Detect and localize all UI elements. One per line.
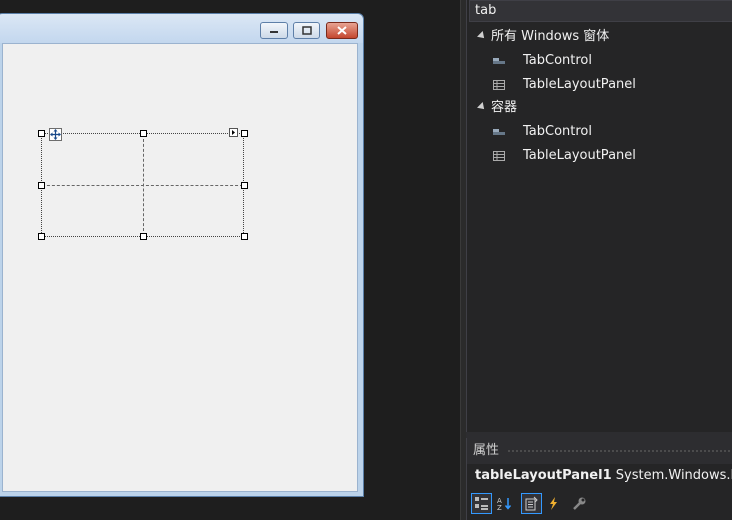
- resize-handle-top-left[interactable]: [38, 130, 45, 137]
- property-pages-button[interactable]: [569, 493, 590, 514]
- properties-panel: 属性 tableLayoutPanel1 System.Windows.Form…: [466, 438, 732, 520]
- maximize-button[interactable]: [293, 22, 320, 39]
- resize-handle-bottom-right[interactable]: [241, 233, 248, 240]
- toolbox-group-all-windows-forms[interactable]: 所有 Windows 窗体: [467, 25, 732, 49]
- table-row-divider: [42, 185, 243, 186]
- toolbox-item-tabcontrol[interactable]: TabControl: [467, 120, 732, 144]
- tab-control-icon: [493, 129, 505, 135]
- object-name: tableLayoutPanel1: [475, 468, 612, 483]
- properties-page-icon: [525, 496, 538, 511]
- table-layout-panel-icon: [493, 80, 505, 90]
- sort-alphabetical-icon: A Z: [497, 497, 512, 511]
- minimize-icon: [270, 30, 278, 33]
- table-layout-panel-icon: [493, 151, 505, 161]
- properties-view-button[interactable]: [521, 493, 542, 514]
- maximize-icon: [301, 26, 312, 35]
- toolbox-panel: tab 所有 Windows 窗体 TabControl TableLayout…: [466, 0, 732, 432]
- events-button[interactable]: [543, 493, 564, 514]
- tab-control-icon: [493, 58, 505, 64]
- resize-handle-left[interactable]: [38, 182, 45, 189]
- toolbox-group-label: 所有 Windows 窗体: [491, 29, 610, 44]
- smart-tag-button[interactable]: [229, 128, 238, 137]
- toolbox-item-tablelayoutpanel[interactable]: TableLayoutPanel: [467, 144, 732, 168]
- svg-text:Z: Z: [497, 504, 502, 511]
- move-icon: [50, 129, 61, 140]
- minimize-button[interactable]: [260, 22, 288, 39]
- resize-handle-right[interactable]: [241, 182, 248, 189]
- expanded-arrow-icon[interactable]: [477, 31, 487, 41]
- toolbox-item-label: TabControl: [523, 53, 592, 68]
- form-client-area[interactable]: [2, 43, 358, 492]
- categorized-button[interactable]: [471, 493, 492, 514]
- titlebar-grip: [507, 449, 732, 453]
- form-window[interactable]: [0, 13, 364, 497]
- toolbox-item-label: TableLayoutPanel: [523, 77, 636, 92]
- toolbox-search-input[interactable]: tab: [469, 0, 732, 22]
- smart-tag-arrow-icon: [232, 130, 235, 135]
- close-icon: [337, 26, 347, 35]
- toolbox-item-label: TableLayoutPanel: [523, 148, 636, 163]
- wrench-icon: [573, 497, 586, 510]
- form-titlebar[interactable]: [0, 14, 363, 43]
- designer-surface[interactable]: [0, 0, 460, 520]
- toolbox-item-tablelayoutpanel[interactable]: TableLayoutPanel: [467, 73, 732, 97]
- toolbox-item-tabcontrol[interactable]: TabControl: [467, 49, 732, 73]
- resize-handle-top-right[interactable]: [241, 130, 248, 137]
- toolbox-item-label: TabControl: [523, 124, 592, 139]
- lightning-icon: [550, 497, 557, 510]
- categorized-icon: [475, 497, 488, 510]
- resize-handle-top[interactable]: [140, 130, 147, 137]
- close-button[interactable]: [326, 22, 358, 39]
- object-type: System.Windows.Form: [615, 468, 732, 483]
- property-object-selector[interactable]: tableLayoutPanel1 System.Windows.Form: [475, 468, 732, 483]
- expanded-arrow-icon[interactable]: [477, 102, 487, 112]
- toolbox-group-containers[interactable]: 容器: [467, 96, 732, 120]
- resize-handle-bottom-left[interactable]: [38, 233, 45, 240]
- properties-titlebar[interactable]: 属性: [467, 438, 732, 464]
- alphabetical-button[interactable]: A Z: [494, 493, 515, 514]
- properties-title: 属性: [473, 443, 500, 458]
- move-handle[interactable]: [49, 128, 62, 141]
- table-layout-panel[interactable]: [41, 133, 244, 237]
- resize-handle-bottom[interactable]: [140, 233, 147, 240]
- toolbox-group-label: 容器: [491, 100, 518, 115]
